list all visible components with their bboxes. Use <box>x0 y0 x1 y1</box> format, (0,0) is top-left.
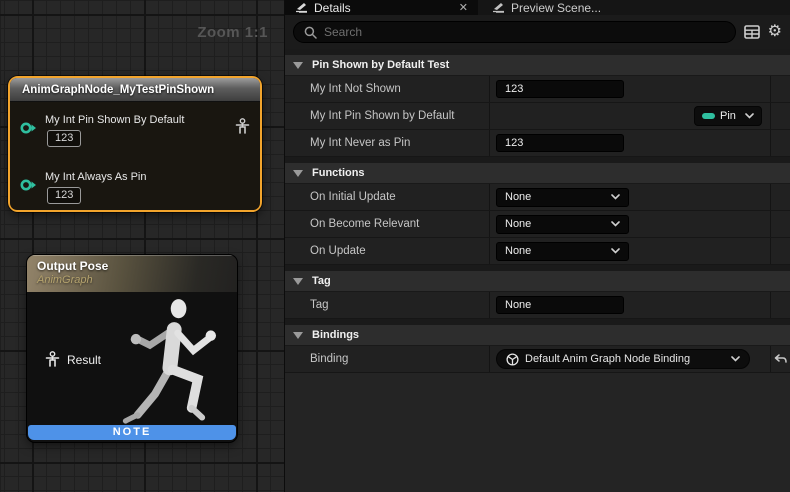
pin-capsule-icon <box>702 113 715 119</box>
detail-row: On Become Relevant None <box>285 211 790 238</box>
tab-details[interactable]: Details ✕ <box>285 0 478 15</box>
chevron-down-icon <box>611 221 620 227</box>
result-pin-label: Result <box>67 353 101 367</box>
output-pose-subtitle: AnimGraph <box>37 274 237 286</box>
exec-pin-icon[interactable] <box>20 179 37 191</box>
close-tab-icon[interactable]: ✕ <box>459 1 468 14</box>
details-body: Pin Shown by Default Test My Int Not Sho… <box>285 49 790 492</box>
tab-label: Details <box>314 1 351 15</box>
anim-graph-node-selected[interactable]: AnimGraphNode_MyTestPinShown My Int Pin … <box>8 76 262 212</box>
preview-tab-pen-icon <box>492 2 505 13</box>
row-label: On Update <box>285 245 489 257</box>
collapse-triangle-icon <box>293 278 303 285</box>
note-bar[interactable]: NOTE <box>28 425 236 440</box>
detail-row: On Update None <box>285 238 790 265</box>
result-pin-row[interactable]: Result <box>45 351 101 368</box>
detail-row: My Int Never as Pin <box>285 130 790 157</box>
settings-gear-icon[interactable]: ⚙ <box>768 24 782 40</box>
output-pose-header: Output Pose AnimGraph <box>27 255 237 292</box>
chevron-down-icon <box>611 194 620 200</box>
int-value-input[interactable] <box>496 134 624 152</box>
node-pin-row: My Int Pin Shown By Default 123 <box>10 102 260 147</box>
pin-value-field[interactable]: 123 <box>47 130 81 147</box>
chevron-down-icon <box>745 113 754 119</box>
row-label: On Become Relevant <box>285 218 489 230</box>
pose-pin-person-icon <box>45 351 60 368</box>
int-value-input[interactable] <box>496 80 624 98</box>
row-label: Tag <box>285 299 489 311</box>
details-tab-pen-icon <box>295 2 308 13</box>
reset-to-default-icon[interactable] <box>774 354 787 365</box>
collapse-triangle-icon <box>293 332 303 339</box>
row-label: On Initial Update <box>285 191 489 203</box>
exec-pin-icon[interactable] <box>20 122 37 134</box>
details-panel: Details ✕ Preview Scene... Search <box>285 0 790 492</box>
section-header-functions[interactable]: Functions <box>285 163 790 184</box>
function-dropdown[interactable]: None <box>496 188 629 207</box>
anim-graph-canvas[interactable]: Zoom 1:1 AnimGraphNode_MyTestPinShown My… <box>0 0 285 492</box>
search-input[interactable]: Search <box>293 21 736 43</box>
output-pose-title: Output Pose <box>37 259 237 273</box>
section-header-bindings[interactable]: Bindings <box>285 325 790 346</box>
collapse-triangle-icon <box>293 170 303 177</box>
pin-dropdown-button[interactable]: Pin <box>694 106 762 126</box>
chevron-down-icon <box>731 356 740 362</box>
function-dropdown[interactable]: None <box>496 242 629 261</box>
chevron-down-icon <box>611 248 620 254</box>
search-placeholder: Search <box>324 25 362 39</box>
detail-row: On Initial Update None <box>285 184 790 211</box>
section-header-pin-shown[interactable]: Pin Shown by Default Test <box>285 55 790 76</box>
mannequin-image <box>103 293 235 441</box>
pin-label: My Int Always As Pin <box>45 171 146 184</box>
tag-input[interactable] <box>496 296 624 314</box>
row-label: My Int Not Shown <box>285 83 489 95</box>
function-dropdown[interactable]: None <box>496 215 629 234</box>
zoom-level-label: Zoom 1:1 <box>197 24 268 41</box>
pose-watch-icon[interactable] <box>235 118 250 135</box>
search-row: Search ⚙ <box>285 15 790 49</box>
detail-row: My Int Not Shown <box>285 76 790 103</box>
tab-label: Preview Scene... <box>511 1 601 15</box>
node-pin-row: My Int Always As Pin 123 <box>10 159 260 204</box>
display-filter-icon[interactable] <box>744 25 760 39</box>
detail-row: Tag <box>285 292 790 319</box>
detail-row: My Int Pin Shown by Default Pin <box>285 103 790 130</box>
row-label: Binding <box>285 353 489 365</box>
tab-preview-scene[interactable]: Preview Scene... <box>478 0 611 15</box>
row-label: My Int Never as Pin <box>285 137 489 149</box>
section-header-tag[interactable]: Tag <box>285 271 790 292</box>
search-icon <box>304 26 317 39</box>
detail-row: Binding Default Anim Graph Node Binding <box>285 346 790 373</box>
binding-sphere-icon <box>506 353 519 366</box>
pin-label: My Int Pin Shown By Default <box>45 114 184 127</box>
tab-bar: Details ✕ Preview Scene... <box>285 0 790 15</box>
output-pose-node[interactable]: Output Pose AnimGraph <box>27 255 237 442</box>
unreal-anim-graph-editor: Zoom 1:1 AnimGraphNode_MyTestPinShown My… <box>0 0 790 492</box>
collapse-triangle-icon <box>293 62 303 69</box>
binding-dropdown[interactable]: Default Anim Graph Node Binding <box>496 349 750 369</box>
pin-value-field[interactable]: 123 <box>47 187 81 204</box>
row-label: My Int Pin Shown by Default <box>285 110 489 122</box>
node-title: AnimGraphNode_MyTestPinShown <box>10 78 260 102</box>
